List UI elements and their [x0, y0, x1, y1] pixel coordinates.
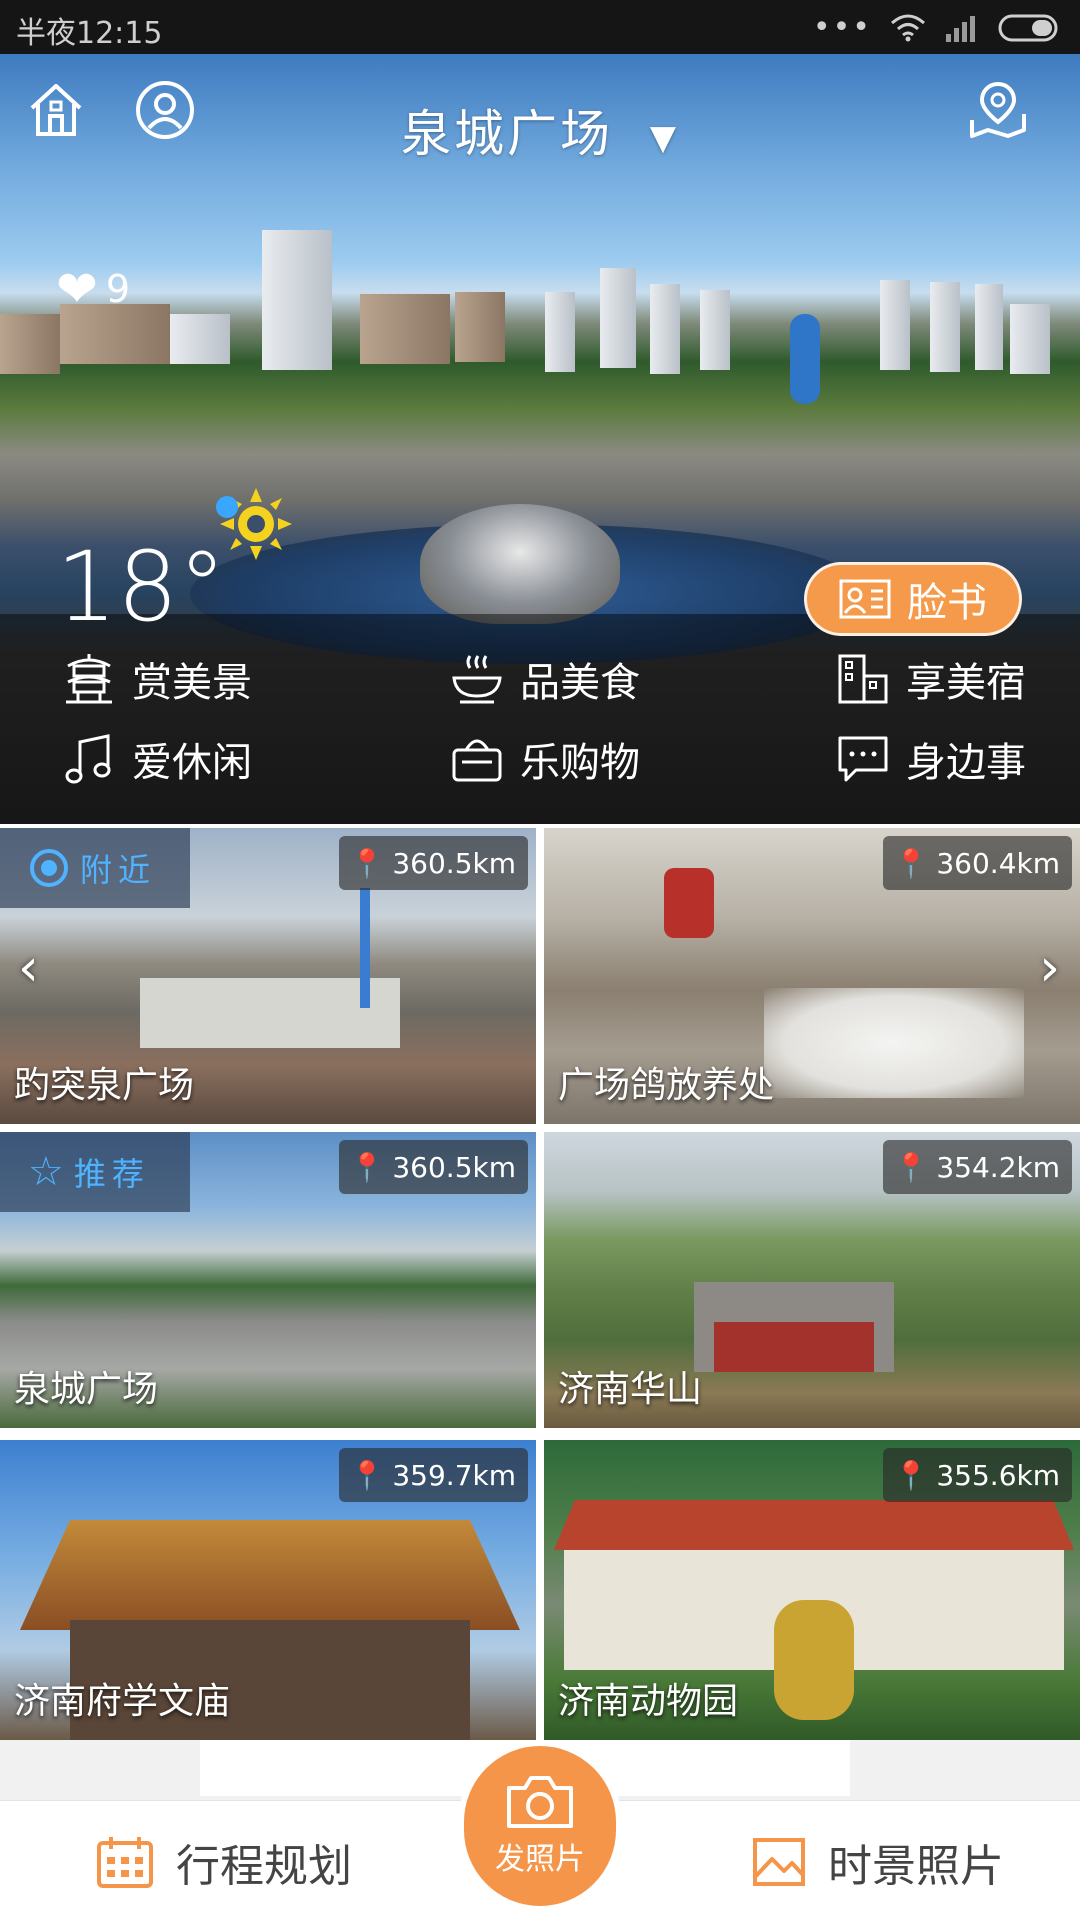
- status-bar: 半夜12:15 •••: [0, 0, 1080, 54]
- trip-planning-label: 行程规划: [176, 1841, 352, 1892]
- place-name: 济南府学文庙: [14, 1681, 231, 1722]
- category-nearby-events[interactable]: 身边事: [836, 730, 1026, 788]
- distance-badge: 📍 359.7km: [339, 1448, 528, 1502]
- category-label: 享美宿: [906, 660, 1026, 706]
- music-note-icon: [65, 734, 111, 784]
- heart-icon: ❤: [56, 260, 98, 318]
- wifi-icon: [891, 14, 925, 41]
- distance-value: 360.4km: [936, 846, 1060, 880]
- location-pin-icon: 📍: [893, 1458, 929, 1492]
- place-name: 广场鸽放养处: [558, 1065, 775, 1106]
- calendar-icon: [97, 1837, 153, 1888]
- target-icon: [30, 849, 68, 887]
- place-card[interactable]: 📍 355.6km 济南动物园: [544, 1440, 1080, 1740]
- location-pin-icon: 📍: [349, 1458, 385, 1492]
- place-card[interactable]: ☆ 推荐 📍 360.5km 泉城广场: [0, 1132, 536, 1428]
- shopping-basket-icon: [452, 739, 502, 782]
- category-label: 品美食: [520, 660, 640, 706]
- live-photos-label: 时景照片: [828, 1841, 1004, 1892]
- trip-planning-tab[interactable]: 行程规划: [96, 1830, 352, 1894]
- post-photo-button[interactable]: 发照片: [458, 1740, 622, 1912]
- facebook-label: 脸书: [907, 580, 987, 626]
- recommended-tag: ☆ 推荐: [0, 1132, 190, 1212]
- status-indicators: •••: [813, 10, 1060, 45]
- temperature: 18°: [56, 531, 227, 643]
- location-pin-icon: 📍: [349, 1150, 385, 1184]
- battery-icon: [998, 14, 1058, 41]
- distance-value: 360.5km: [392, 1150, 516, 1184]
- place-card[interactable]: 附近 📍 360.5km ‹ 趵突泉广场: [0, 828, 536, 1124]
- place-name: 趵突泉广场: [14, 1065, 195, 1106]
- distance-badge: 📍 360.5km: [339, 836, 528, 890]
- facebook-button[interactable]: 脸书: [804, 562, 1022, 636]
- building-icon: [838, 654, 888, 704]
- nearby-tag: 附近: [0, 828, 190, 908]
- location-pin-icon: 📍: [349, 846, 385, 880]
- likes-number: 9: [105, 267, 131, 311]
- more-dots-icon: •••: [812, 10, 872, 45]
- location-pin-icon: 📍: [893, 846, 929, 880]
- location-selector[interactable]: 泉城广场 ▼: [0, 94, 1080, 166]
- category-shopping[interactable]: 乐购物: [450, 730, 640, 788]
- distance-value: 359.7km: [392, 1458, 516, 1492]
- live-photos-tab[interactable]: 时景照片: [752, 1830, 1004, 1894]
- tag-label: 附近: [80, 851, 157, 889]
- place-name: 济南动物园: [558, 1681, 739, 1722]
- distance-badge: 📍 354.2km: [883, 1140, 1072, 1194]
- category-leisure[interactable]: 爱休闲: [62, 730, 252, 788]
- tag-label: 推荐: [73, 1155, 150, 1193]
- hero-banner: 泉城广场 ▼ ❤ 9 18° 脸书 赏美景 品美食 享美宿 爱休闲 乐购物 身边…: [0, 54, 1080, 824]
- food-bowl-icon: [452, 655, 502, 704]
- category-label: 乐购物: [520, 740, 640, 786]
- signal-icon: [946, 15, 975, 42]
- place-card[interactable]: 📍 360.4km › 广场鸽放养处: [544, 828, 1080, 1124]
- chat-bubble-icon: [838, 736, 888, 782]
- category-label: 爱休闲: [132, 740, 252, 786]
- post-photo-label: 发照片: [495, 1842, 585, 1877]
- weather-badge: [216, 496, 238, 518]
- prev-arrow-icon[interactable]: ‹: [18, 938, 39, 998]
- next-arrow-icon[interactable]: ›: [1039, 938, 1060, 998]
- star-icon: ☆: [28, 1149, 64, 1195]
- map-pin-icon[interactable]: [968, 80, 1028, 140]
- location-pin-icon: 📍: [893, 1150, 929, 1184]
- status-time: 半夜12:15: [16, 16, 163, 51]
- place-name: 泉城广场: [14, 1369, 159, 1410]
- location-title: 泉城广场: [400, 105, 613, 163]
- distance-badge: 📍 355.6km: [883, 1448, 1072, 1502]
- pagoda-icon: [66, 654, 112, 704]
- category-label: 赏美景: [132, 660, 252, 706]
- picture-icon: [753, 1838, 805, 1886]
- id-card-icon: [839, 579, 891, 619]
- place-card[interactable]: 📍 359.7km 济南府学文庙: [0, 1440, 536, 1740]
- category-scenery[interactable]: 赏美景: [62, 650, 252, 708]
- likes-count[interactable]: ❤ 9: [56, 260, 130, 318]
- distance-value: 354.2km: [936, 1150, 1060, 1184]
- place-card[interactable]: 📍 354.2km 济南华山: [544, 1132, 1080, 1428]
- chevron-down-icon: ▼: [649, 117, 680, 158]
- category-label: 身边事: [906, 740, 1026, 786]
- distance-badge: 📍 360.4km: [883, 836, 1072, 890]
- distance-badge: 📍 360.5km: [339, 1140, 528, 1194]
- camera-icon: [507, 1776, 573, 1828]
- distance-value: 355.6km: [936, 1458, 1060, 1492]
- category-lodging[interactable]: 享美宿: [836, 650, 1026, 708]
- category-food[interactable]: 品美食: [450, 650, 640, 708]
- distance-value: 360.5km: [392, 846, 516, 880]
- place-name: 济南华山: [558, 1369, 703, 1410]
